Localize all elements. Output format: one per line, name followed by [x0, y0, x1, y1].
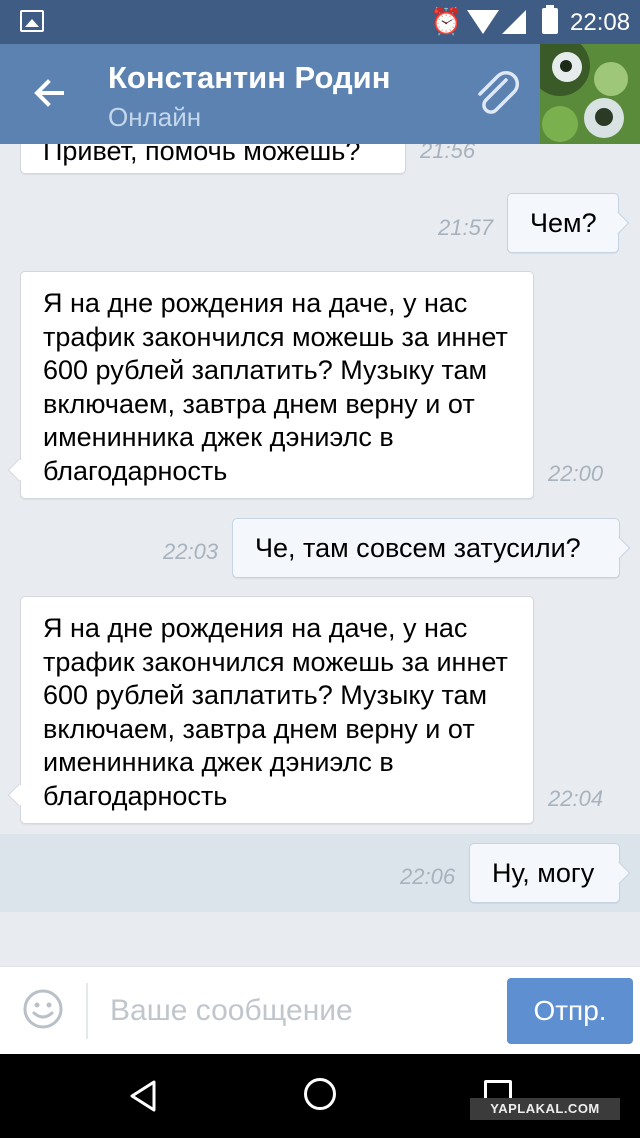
message-text: Я на дне рождения на даче, у нас трафик … [43, 613, 508, 811]
composer-divider [86, 983, 88, 1039]
message-outgoing[interactable]: Чем? [507, 193, 619, 253]
emoji-button[interactable] [22, 988, 64, 1030]
message-time: 22:06 [400, 864, 456, 889]
message-text: Ну, могу [492, 858, 595, 888]
attach-button[interactable] [470, 66, 526, 122]
back-button[interactable] [24, 68, 74, 118]
chat-header: Константин Родин Онлайн [0, 44, 640, 144]
message-time: 22:04 [548, 786, 604, 811]
signal-icon [502, 10, 526, 34]
system-nav-bar: YAPLAKAL.COM [0, 1054, 640, 1138]
message-text: Я на дне рождения на даче, у нас трафик … [43, 288, 508, 486]
contact-status: Онлайн [108, 102, 202, 132]
message-time: 21:56 [420, 144, 476, 163]
wifi-icon [467, 10, 499, 34]
paperclip-icon [478, 70, 520, 114]
message-text: Чем? [530, 208, 597, 238]
message-time: 22:00 [548, 461, 604, 486]
send-button[interactable]: Отпр. [507, 978, 633, 1044]
watermark: YAPLAKAL.COM [470, 1098, 620, 1120]
contact-name[interactable]: Константин Родин [108, 60, 390, 96]
nav-home-icon[interactable] [304, 1078, 336, 1110]
message-incoming[interactable]: Привет, помочь можешь? [20, 144, 406, 174]
status-time: 22:08 [570, 9, 631, 36]
message-input[interactable] [110, 987, 490, 1035]
composer: Отпр. [0, 966, 640, 1054]
status-bar: ⏰ 22:08 [0, 0, 640, 44]
alarm-icon: ⏰ [430, 6, 463, 36]
nav-back-button[interactable] [124, 1076, 164, 1116]
message-incoming[interactable]: Я на дне рождения на даче, у нас трафик … [20, 271, 534, 499]
message-time: 21:57 [438, 215, 494, 240]
message-outgoing[interactable]: Ну, могу [469, 843, 620, 903]
message-list[interactable]: Привет, помочь можешь? 21:56 21:57 Чем? … [0, 144, 640, 966]
message-text: Привет, помочь можешь? [43, 144, 361, 166]
back-arrow-icon [34, 79, 64, 107]
smiley-icon [23, 989, 63, 1029]
avatar[interactable] [540, 44, 640, 144]
message-incoming[interactable]: Я на дне рождения на даче, у нас трафик … [20, 596, 534, 824]
nav-back-icon [130, 1080, 156, 1112]
message-text: Че, там совсем затусили? [255, 533, 581, 563]
message-outgoing[interactable]: Че, там совсем затусили? [232, 518, 620, 578]
message-time: 22:03 [163, 539, 219, 564]
gallery-icon [20, 10, 44, 32]
battery-icon [542, 5, 558, 34]
